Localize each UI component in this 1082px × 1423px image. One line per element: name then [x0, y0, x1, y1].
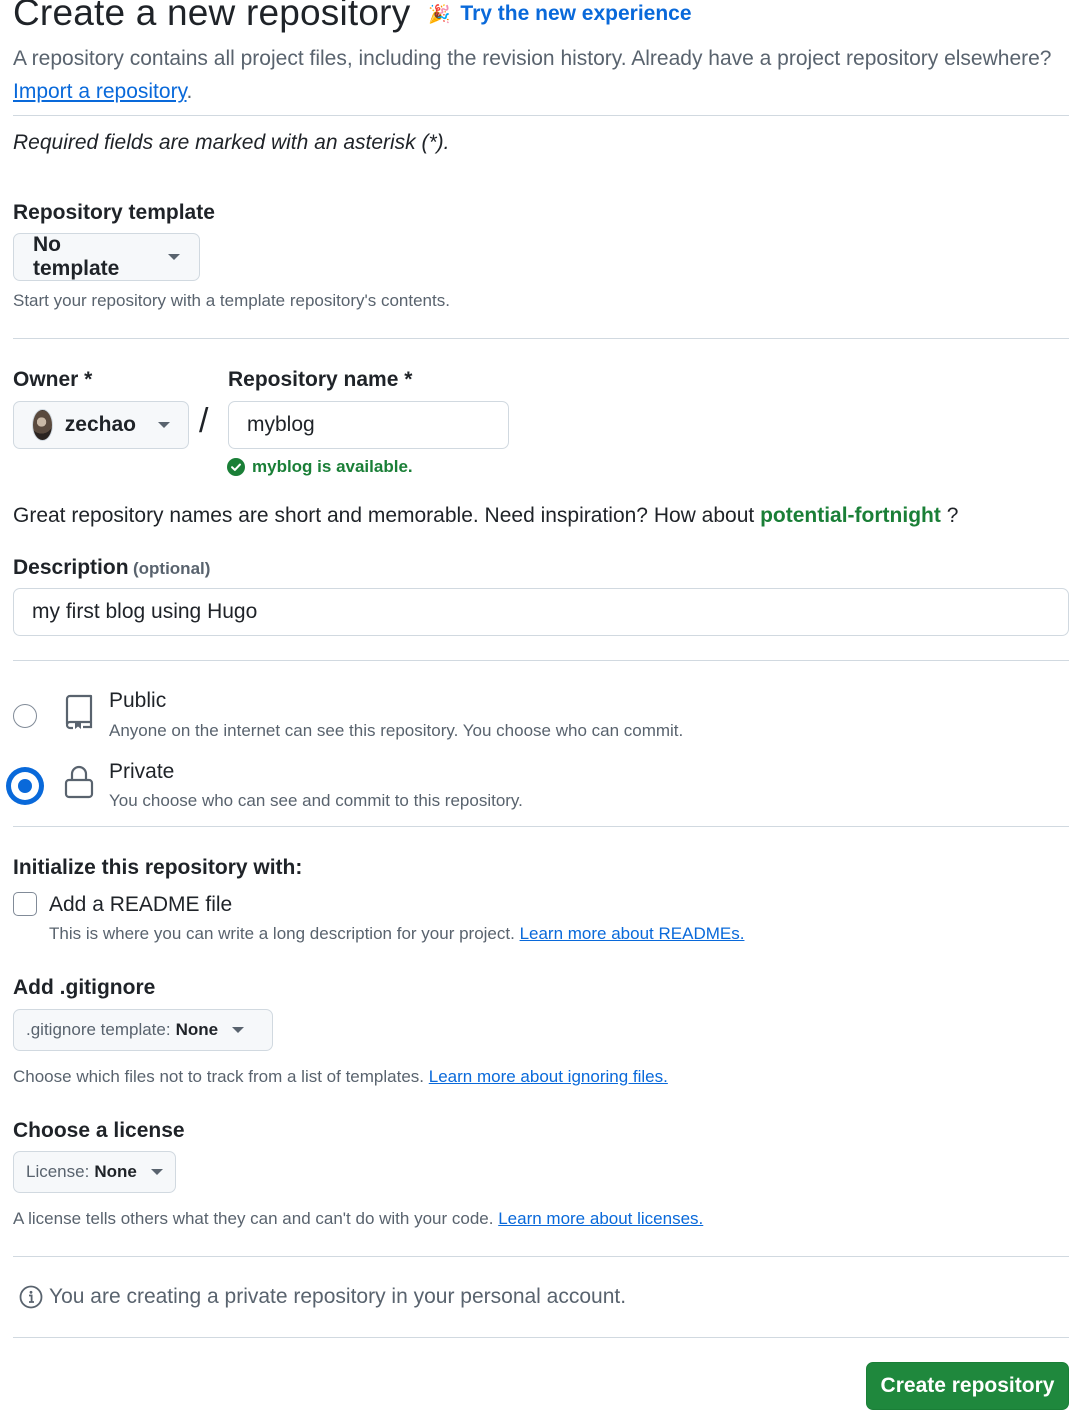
required-fields-note: Required fields are marked with an aster… — [13, 131, 450, 154]
chevron-down-icon — [232, 1027, 245, 1033]
public-description: Anyone on the internet can see this repo… — [109, 721, 684, 740]
learn-more-licenses-link[interactable]: Learn more about licenses. — [498, 1209, 703, 1228]
license-label: Choose a license — [13, 1119, 185, 1142]
try-new-experience-label: Try the new experience — [460, 2, 692, 25]
owner-value: zechao — [64, 413, 136, 436]
private-description: You choose who can see and commit to thi… — [109, 791, 523, 810]
info-icon — [19, 1285, 43, 1309]
chevron-down-icon — [150, 1169, 163, 1175]
divider — [13, 115, 1069, 116]
public-title: Public — [109, 689, 167, 712]
private-title: Private — [109, 760, 175, 783]
repository-name-input[interactable]: myblog — [228, 401, 509, 449]
public-radio[interactable] — [13, 704, 37, 728]
intro-text: A repository contains all project files,… — [13, 47, 1052, 70]
readme-label: Add a README file — [49, 893, 233, 916]
info-message: You are creating a private repository in… — [19, 1285, 626, 1309]
gitignore-dropdown[interactable]: .gitignore template: None — [13, 1009, 273, 1051]
readme-checkbox[interactable] — [13, 892, 37, 916]
license-dropdown-value: None — [94, 1162, 137, 1181]
info-text: You are creating a private repository in… — [49, 1285, 627, 1308]
intro-paragraph: A repository contains all project files,… — [13, 47, 1052, 103]
suggested-name-link[interactable]: potential-fortnight — [760, 504, 941, 527]
import-repository-link[interactable]: Import a repository — [13, 80, 187, 103]
divider — [13, 1337, 1069, 1338]
inspiration-suffix: ? — [946, 504, 959, 527]
check-circle-icon — [227, 458, 245, 476]
lock-icon — [64, 765, 94, 799]
try-new-experience-link[interactable]: 🎉 Try the new experience — [428, 2, 692, 26]
availability-message: myblog is available. — [227, 457, 413, 477]
divider — [13, 660, 1069, 661]
template-dropdown[interactable]: No template — [13, 233, 200, 281]
private-radio-ring — [11, 772, 39, 800]
chevron-down-icon — [168, 254, 180, 260]
repository-name-value: myblog — [247, 413, 315, 436]
private-radio-dot — [18, 779, 32, 793]
gitignore-dropdown-prefix: .gitignore template: — [26, 1020, 171, 1039]
avatar — [32, 409, 53, 441]
owner-repo-separator: / — [199, 402, 209, 440]
party-popper-icon: 🎉 — [428, 3, 451, 24]
repository-template-label: Repository template — [13, 201, 215, 224]
template-hint: Start your repository with a template re… — [13, 291, 450, 310]
create-repository-button[interactable]: Create repository — [866, 1362, 1069, 1410]
description-label: Description — [13, 556, 129, 579]
initialize-label: Initialize this repository with: — [13, 856, 303, 879]
divider — [13, 1256, 1069, 1257]
license-hint: A license tells others what they can and… — [13, 1209, 703, 1229]
learn-more-readmes-link[interactable]: Learn more about READMEs. — [520, 924, 745, 943]
page-title: Create a new repository — [13, 0, 411, 33]
license-hint-text: A license tells others what they can and… — [13, 1209, 494, 1228]
readme-hint: This is where you can write a long descr… — [49, 924, 744, 944]
gitignore-hint: Choose which files not to track from a l… — [13, 1067, 668, 1087]
chevron-down-icon — [158, 422, 170, 428]
readme-hint-text: This is where you can write a long descr… — [49, 924, 515, 943]
description-input[interactable]: my first blog using Hugo — [13, 588, 1069, 636]
availability-text: myblog is available. — [252, 457, 413, 476]
inspiration-line: Great repository names are short and mem… — [13, 504, 958, 528]
description-optional: (optional) — [132, 559, 211, 578]
description-label-row: Description (optional) — [13, 556, 210, 580]
gitignore-hint-text: Choose which files not to track from a l… — [13, 1067, 425, 1086]
license-dropdown-prefix: License: — [26, 1162, 90, 1181]
repo-icon — [65, 694, 93, 730]
owner-label: Owner * — [13, 368, 93, 391]
divider — [13, 826, 1069, 827]
inspiration-text: Great repository names are short and mem… — [13, 504, 755, 527]
description-value: my first blog using Hugo — [32, 600, 258, 623]
template-dropdown-label: No template — [33, 233, 120, 280]
owner-dropdown[interactable]: zechao — [13, 401, 189, 449]
license-dropdown[interactable]: License: None — [13, 1151, 176, 1193]
divider — [13, 338, 1069, 339]
gitignore-label: Add .gitignore — [13, 976, 156, 999]
learn-more-ignoring-link[interactable]: Learn more about ignoring files. — [429, 1067, 668, 1086]
repository-name-label: Repository name * — [228, 368, 413, 391]
private-radio[interactable] — [6, 767, 44, 805]
gitignore-dropdown-value: None — [175, 1020, 219, 1039]
